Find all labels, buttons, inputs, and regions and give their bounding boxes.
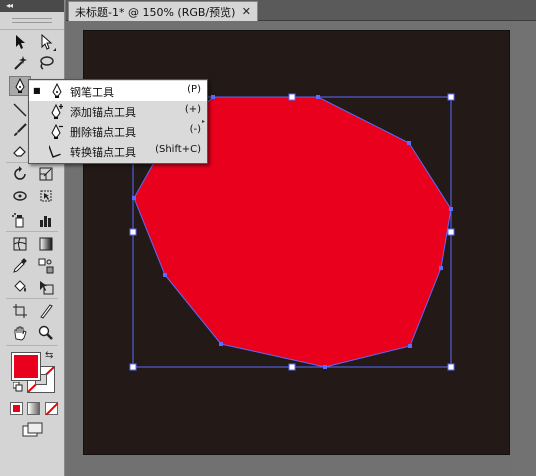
add-anchor-point-icon (51, 103, 63, 119)
lasso-tool-icon[interactable] (35, 53, 57, 73)
default-fill-stroke-icon[interactable] (13, 382, 23, 392)
flyout-item-delete-anchor-point[interactable]: 删除锚点工具 (-) (29, 121, 207, 141)
live-paint-bucket-tool-icon[interactable] (9, 277, 31, 297)
fill-color-swatch[interactable] (11, 352, 41, 381)
pen-icon (52, 83, 62, 98)
swap-fill-stroke-icon[interactable]: ⇆ (45, 350, 53, 361)
color-mode-button[interactable] (10, 402, 23, 415)
slice-tool-icon[interactable] (35, 301, 57, 321)
warp-tool-icon[interactable] (9, 186, 31, 206)
selected-check-icon: ■ (33, 86, 41, 95)
flyout-item-label: 转换锚点工具 (70, 146, 136, 159)
document-tab[interactable]: 未标题-1* @ 150% (RGB/预览) ✕ (68, 1, 258, 21)
flyout-item-label: 添加锚点工具 (70, 106, 136, 119)
selection-tool-icon[interactable] (9, 32, 31, 52)
panel-grip[interactable] (0, 12, 64, 30)
flyout-item-shortcut: (P) (187, 84, 201, 95)
flyout-item-shortcut: (Shift+C) (155, 144, 201, 155)
blend-tool-icon[interactable] (35, 256, 57, 276)
gradient-tool-icon[interactable] (35, 234, 57, 254)
eyedropper-tool-icon[interactable] (9, 256, 31, 276)
illustrator-window: ◂◂ T (0, 0, 536, 476)
flyout-item-label: 删除锚点工具 (70, 126, 136, 139)
zoom-tool-icon[interactable] (35, 323, 57, 343)
pen-tool-flyout-menu: ■ 钢笔工具 (P) 添加锚点工具 (+) 删除锚点工具 (-) 转换锚点工具 … (28, 79, 208, 164)
mesh-tool-icon[interactable] (9, 234, 31, 254)
tearoff-arrow-icon[interactable]: ▸ (202, 118, 205, 125)
artboard-tool-icon[interactable] (9, 301, 31, 321)
delete-anchor-point-icon (51, 123, 63, 139)
convert-anchor-point-icon (49, 145, 61, 158)
document-tabbar: 未标题-1* @ 150% (RGB/预览) ✕ (66, 0, 536, 21)
none-mode-button[interactable] (45, 402, 58, 415)
symbol-sprayer-tool-icon[interactable] (9, 210, 31, 230)
gradient-mode-button[interactable] (27, 402, 40, 415)
flyout-item-pen-tool[interactable]: ■ 钢笔工具 (P) (29, 81, 207, 101)
scale-tool-icon[interactable] (35, 164, 57, 184)
magic-wand-tool-icon[interactable] (9, 53, 31, 73)
flyout-item-shortcut: (+) (184, 104, 201, 115)
flyout-item-add-anchor-point[interactable]: 添加锚点工具 (+) (29, 101, 207, 121)
flyout-item-label: 钢笔工具 (70, 86, 114, 99)
canvas-scroll-area (512, 21, 536, 476)
close-icon[interactable]: ✕ (242, 5, 251, 18)
document-tab-title: 未标题-1* @ 150% (RGB/预览) (75, 5, 236, 19)
free-transform-tool-icon[interactable] (35, 186, 57, 206)
hand-tool-icon[interactable] (9, 323, 31, 343)
tools-panel: ◂◂ T (0, 0, 65, 476)
live-paint-selection-tool-icon[interactable] (35, 277, 57, 297)
flyout-item-convert-anchor-point[interactable]: 转换锚点工具 (Shift+C) (29, 141, 207, 161)
flyout-item-shortcut: (-) (189, 124, 201, 135)
column-graph-tool-icon[interactable] (35, 210, 57, 230)
screen-mode-icon[interactable] (22, 422, 44, 438)
rotate-tool-icon[interactable] (9, 164, 31, 184)
collapse-panel-icon[interactable]: ◂◂ (6, 0, 13, 12)
tools-panel-titlebar[interactable]: ◂◂ (0, 0, 64, 12)
direct-selection-tool-icon[interactable] (35, 32, 57, 52)
